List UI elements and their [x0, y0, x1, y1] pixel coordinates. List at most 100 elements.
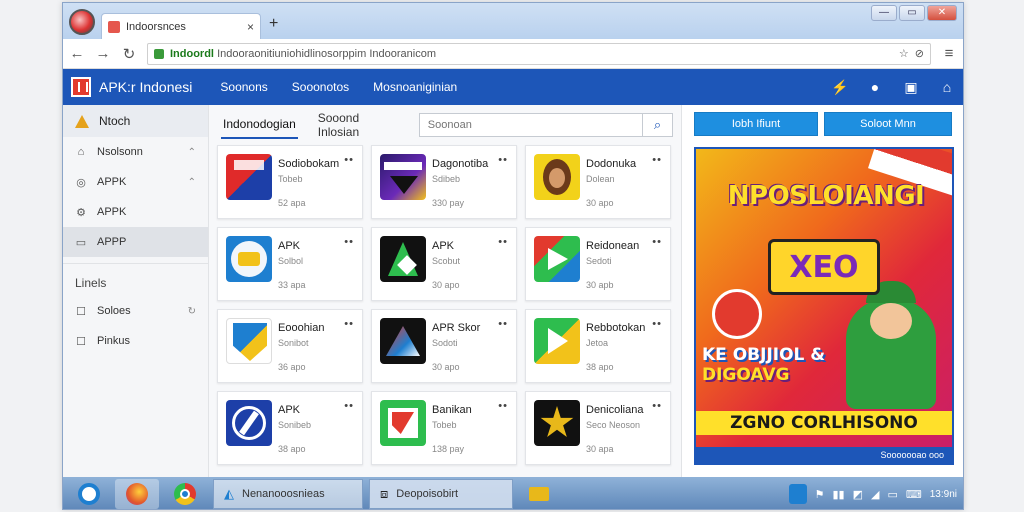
firefox-browser-icon[interactable]	[115, 479, 159, 509]
app-icon	[380, 400, 426, 446]
close-button[interactable]: ✕	[927, 5, 957, 21]
app-card[interactable]: Banikan Tobeb 138 pay ••	[371, 391, 517, 465]
battery-icon[interactable]: ▭	[887, 488, 897, 501]
more-options-icon[interactable]: ••	[344, 154, 354, 166]
search-input[interactable]	[419, 119, 642, 131]
app-card[interactable]: Denicoliana Seco Neoson 30 apa ••	[525, 391, 671, 465]
more-options-icon[interactable]: ••	[344, 318, 354, 330]
tab-second[interactable]: Sooond Inlosian	[316, 105, 401, 145]
sidebar-top-item[interactable]: Ntoch	[63, 105, 208, 137]
sidebar-item-label: Nsolsonn	[97, 146, 143, 158]
folder-icon[interactable]	[517, 479, 561, 509]
app-card[interactable]: Dagonotiba Sdibeb 330 pay ••	[371, 145, 517, 219]
app-publisher: Solbol	[278, 256, 304, 266]
keyboard-icon[interactable]: ⌨	[906, 488, 922, 501]
more-options-icon[interactable]: ••	[652, 236, 662, 248]
clock[interactable]: 13:9ni	[930, 489, 957, 500]
app-card[interactable]: APK Solbol 33 apa ••	[217, 227, 363, 301]
bookmark-star-icon[interactable]: ☆	[899, 47, 909, 60]
banner-line-2: DIGOAVG	[702, 365, 790, 385]
search-icon[interactable]: ⌕	[642, 114, 672, 136]
tab-indonesian[interactable]: Indonodogian	[221, 111, 298, 139]
more-options-icon[interactable]: ••	[344, 236, 354, 248]
app-card[interactable]: Eooohian Sonibot 36 apo ••	[217, 309, 363, 383]
speaker-icon[interactable]: ◢	[871, 488, 879, 501]
shield-icon[interactable]	[788, 484, 807, 504]
more-options-icon[interactable]: ••	[652, 318, 662, 330]
banner-line-3: ZGNO CORLHISONO	[696, 411, 952, 435]
app-size: 30 apa	[586, 444, 614, 454]
sidebar-item-active[interactable]: ▭ APPP	[63, 227, 208, 257]
app-publisher: Tobeb	[432, 420, 457, 430]
back-arrow-icon[interactable]: ←	[69, 45, 85, 62]
app-name: Reidonean	[586, 240, 640, 252]
more-options-icon[interactable]: ••	[498, 400, 508, 412]
promo-banner[interactable]: NPOSLOIANGI XEO KE OBJJIOL & DIGOAVG ZGN…	[694, 147, 954, 465]
flag-icon[interactable]: ⚑	[815, 488, 825, 501]
ie-browser-icon[interactable]	[67, 479, 111, 509]
browser-logo-icon[interactable]	[69, 9, 95, 35]
more-options-icon[interactable]: ••	[652, 154, 662, 166]
primary-button[interactable]: Iobh Ifiunt	[694, 112, 818, 136]
header-nav-item[interactable]: Soonons	[220, 80, 267, 94]
new-tab-button[interactable]: +	[269, 15, 278, 33]
taskbar-window-item[interactable]: ◭ Nenanooosnieas	[213, 479, 363, 509]
app-card[interactable]: APK Scobut 30 apo ••	[371, 227, 517, 301]
reload-icon[interactable]: ↻	[121, 45, 137, 63]
site-logo-icon[interactable]	[71, 77, 91, 97]
more-options-icon[interactable]: ••	[652, 400, 662, 412]
select-button[interactable]: Soloot Mnn	[824, 112, 952, 136]
sidebar-item[interactable]: ☐ Soloes ↻	[63, 296, 208, 326]
network-icon[interactable]: ▮▮	[832, 488, 844, 501]
app-card[interactable]: Rebbotokan Jetoa 38 apo ••	[525, 309, 671, 383]
action-center-icon[interactable]: ◩	[853, 488, 863, 501]
app-grid: Sodiobokam Tobeb 52 apa •• Dagonotiba Sd…	[217, 145, 677, 465]
forward-arrow-icon[interactable]: →	[95, 45, 111, 62]
tab-bar: Indoorsnces × + — ▭ ✕	[63, 3, 963, 39]
more-options-icon[interactable]: ••	[344, 400, 354, 412]
app-name: Sodiobokam	[278, 158, 340, 170]
app-icon	[534, 400, 580, 446]
site-brand[interactable]: APK:r Indonesi	[99, 79, 192, 95]
content-tabs: Indonodogian Sooond Inlosian ⌕	[221, 111, 673, 139]
taskbar-window-item[interactable]: ⧈ Deopoisobirt	[369, 479, 513, 509]
app-name: Denicoliana	[586, 404, 644, 416]
app-card[interactable]: Reidonean Sedoti 30 apb ••	[525, 227, 671, 301]
url-text[interactable]: Indoordl Indooraonitiuniohidlinosorppim …	[170, 48, 893, 60]
sidebar-item[interactable]: ☐ Pinkus	[63, 326, 208, 356]
info-icon[interactable]: ●	[867, 79, 883, 95]
menu-icon[interactable]: ≡	[941, 45, 957, 62]
share-icon[interactable]: ⚡	[831, 79, 848, 96]
home-icon[interactable]: ⌂	[939, 79, 955, 95]
app-card[interactable]: APR Skor Sodoti 30 apo ••	[371, 309, 517, 383]
app-publisher: Scobut	[432, 256, 461, 266]
app-card[interactable]: Dodonuka Dolean 30 apo ••	[525, 145, 671, 219]
app-publisher: Sedoti	[586, 256, 612, 266]
maximize-button[interactable]: ▭	[899, 5, 925, 21]
minimize-button[interactable]: —	[871, 5, 897, 21]
mascot-character	[846, 281, 936, 409]
tab-close-icon[interactable]: ×	[247, 20, 254, 34]
more-options-icon[interactable]: ••	[498, 236, 508, 248]
app-card[interactable]: Sodiobokam Tobeb 52 apa ••	[217, 145, 363, 219]
header-nav-item[interactable]: Sooonotos	[292, 80, 349, 94]
app-name: APK	[432, 240, 455, 252]
more-options-icon[interactable]: ••	[498, 318, 508, 330]
app-name: Dagonotiba	[432, 158, 489, 170]
sidebar-item[interactable]: ⚙ APPK	[63, 197, 208, 227]
banner-footer: Sooooooao ooo	[696, 447, 952, 463]
app-publisher: Seco Neoson	[586, 420, 641, 430]
more-options-icon[interactable]: ••	[498, 154, 508, 166]
app-publisher: Sonibeb	[278, 420, 312, 430]
address-bar[interactable]: Indoordl Indooraonitiuniohidlinosorppim …	[147, 42, 931, 65]
stop-icon[interactable]: ⊘	[915, 47, 924, 60]
sidebar-section-heading: Linels	[63, 263, 208, 296]
app-card[interactable]: APK Sonibeb 38 apo ••	[217, 391, 363, 465]
image-icon[interactable]: ▣	[903, 79, 919, 96]
sidebar-item[interactable]: ◎ APPK ⌃	[63, 167, 208, 197]
sidebar-item[interactable]: ⌂ Nsolsonn ⌃	[63, 137, 208, 167]
browser-tab[interactable]: Indoorsnces ×	[101, 13, 261, 39]
app-icon	[380, 236, 426, 282]
header-nav-item[interactable]: Mosnoaniginian	[373, 80, 457, 94]
chrome-browser-icon[interactable]	[163, 479, 207, 509]
